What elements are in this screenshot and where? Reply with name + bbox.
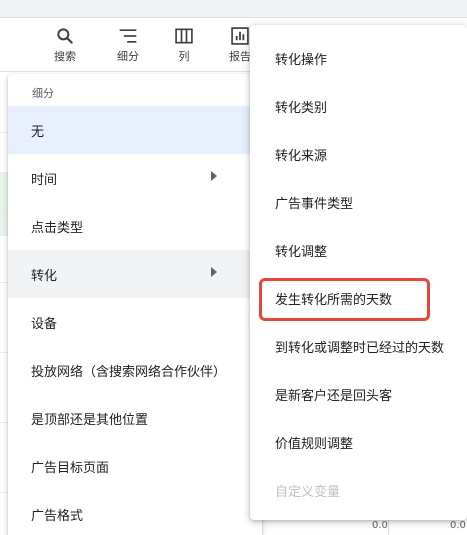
menu-item-conversion[interactable]: 转化 [8,250,262,298]
menu-item-label: 无 [31,125,45,140]
segment-icon [119,29,137,43]
submenu-item-label: 价值规则调整 [275,437,354,452]
table-cell-value: 0.0 [372,520,388,531]
menu-item-label: 点击类型 [31,221,84,236]
menu-item-label: 是顶部还是其他位置 [31,413,149,428]
conversion-submenu: 转化操作 转化类别 转化来源 广告事件类型 转化调整 发生转化所需的天数 到转化… [250,25,467,520]
submenu-item-label: 转化来源 [275,149,328,164]
search-tool[interactable]: 搜索 [45,26,85,64]
top-bar [0,0,467,18]
submenu-item-label: 是新客户还是回头客 [275,389,393,404]
segment-menu: 细分 无 时间 点击类型 转化 设备 投放网络（含搜索网络合作伙伴） 是顶部还是… [8,74,262,535]
submenu-item-ad-event-type[interactable]: 广告事件类型 [250,178,467,226]
menu-item-top-vs-other[interactable]: 是顶部还是其他位置 [8,394,262,442]
menu-item-click-type[interactable]: 点击类型 [8,202,262,250]
submenu-item-label: 自定义变量 [275,485,341,500]
menu-item-label: 投放网络（含搜索网络合作伙伴） [31,365,227,380]
columns-tool-label: 列 [178,50,190,63]
menu-item-none[interactable]: 无 [8,106,262,154]
search-tool-label: 搜索 [54,50,76,63]
segment-tool-label: 细分 [117,50,139,63]
submenu-item-label: 到转化或调整时已经过的天数 [275,341,445,356]
menu-item-label: 广告格式 [31,509,84,524]
menu-item-device[interactable]: 设备 [8,298,262,346]
menu-item-time[interactable]: 时间 [8,154,262,202]
columns-tool[interactable]: 列 [164,26,204,64]
menu-item-label: 时间 [31,173,58,188]
table-cell-value: 0.0 [450,520,466,531]
submenu-item-conversion-action[interactable]: 转化操作 [250,34,467,82]
search-icon [57,28,73,44]
submenu-item-conversion-adjustment[interactable]: 转化调整 [250,226,467,274]
submenu-item-days-to-conversion[interactable]: 发生转化所需的天数 [250,274,467,322]
submenu-item-custom-variable: 自定义变量 [250,466,467,514]
menu-item-network[interactable]: 投放网络（含搜索网络合作伙伴） [8,346,262,394]
submenu-item-value-rule-adjustment[interactable]: 价值规则调整 [250,418,467,466]
submenu-item-label: 发生转化所需的天数 [275,293,393,308]
columns-icon [175,28,193,44]
submenu-item-label: 转化调整 [275,245,328,260]
submenu-item-label: 转化类别 [275,101,328,116]
submenu-item-conversion-source[interactable]: 转化来源 [250,130,467,178]
menu-item-label: 广告目标页面 [31,461,110,476]
reports-icon [231,27,249,45]
submenu-item-label: 广告事件类型 [275,197,354,212]
menu-item-ad-format[interactable]: 广告格式 [8,490,262,535]
segment-menu-header: 细分 [32,87,54,100]
submenu-item-days-to-conversion-or-adjustment[interactable]: 到转化或调整时已经过的天数 [250,322,467,370]
submenu-item-label: 转化操作 [275,53,328,68]
segment-tool[interactable]: 细分 [108,26,148,64]
chevron-right-icon [211,267,217,277]
chevron-right-icon [211,171,217,181]
submenu-item-new-vs-returning[interactable]: 是新客户还是回头客 [250,370,467,418]
menu-item-label: 设备 [31,317,58,332]
submenu-item-conversion-category[interactable]: 转化类别 [250,82,467,130]
menu-item-label: 转化 [31,269,58,284]
menu-item-landing-page[interactable]: 广告目标页面 [8,442,262,490]
